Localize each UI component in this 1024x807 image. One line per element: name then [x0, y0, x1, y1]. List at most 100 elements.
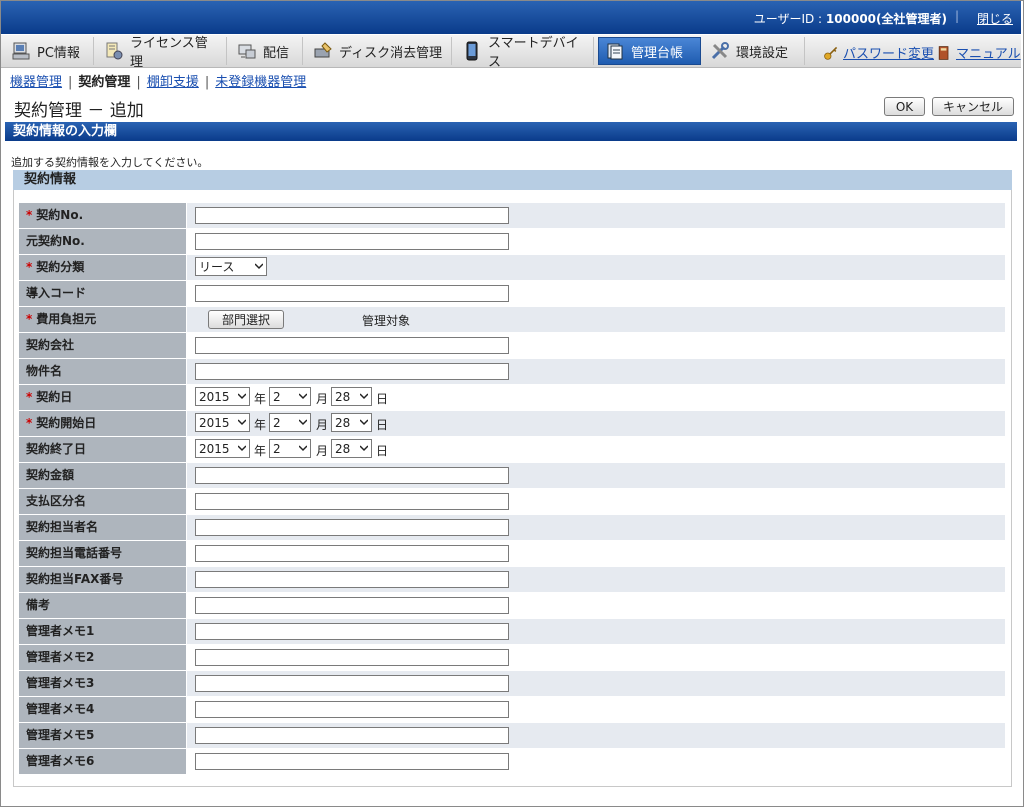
label-text: 契約No.: [36, 208, 84, 222]
label-text: 備考: [26, 598, 51, 612]
label-text: 契約担当電話番号: [26, 546, 123, 560]
label-text: 管理者メモ2: [26, 650, 95, 664]
contact-person-input[interactable]: [195, 519, 509, 536]
payment-category-input[interactable]: [195, 493, 509, 510]
original-contract-no-input[interactable]: [195, 233, 509, 250]
tab-pc-info[interactable]: PC情報: [5, 37, 94, 65]
required-mark: *: [26, 208, 33, 222]
contract-company-input[interactable]: [195, 337, 509, 354]
contract-amount-input[interactable]: [195, 467, 509, 484]
top-bar: ユーザーID : 100000(全社管理者) | 閉じる: [1, 1, 1021, 34]
year-select[interactable]: 2015: [195, 439, 250, 458]
label-text: 元契約No.: [26, 234, 85, 248]
day-select[interactable]: 28: [331, 439, 372, 458]
day-select[interactable]: 28: [331, 387, 372, 406]
label-text: 契約担当FAX番号: [26, 572, 124, 586]
contact-phone-input[interactable]: [195, 545, 509, 562]
memo2-input[interactable]: [195, 649, 509, 666]
subnav-device-management[interactable]: 機器管理: [10, 75, 62, 90]
form-row-original-contract-no: 元契約No.: [19, 229, 1005, 255]
introduction-code-input[interactable]: [195, 285, 509, 302]
smart-device-icon: [462, 41, 482, 61]
month-unit: 月: [316, 418, 329, 432]
field-value: [187, 229, 1005, 254]
tab-smart-device[interactable]: スマートデバイス: [456, 36, 594, 70]
divider: |: [68, 75, 73, 90]
day-select[interactable]: 28: [331, 413, 372, 432]
contract-no-input[interactable]: [195, 207, 509, 224]
field-label: 元契約No.: [19, 229, 186, 254]
month-select[interactable]: 2: [269, 439, 311, 458]
contract-type-select[interactable]: リース: [195, 257, 267, 276]
remarks-input[interactable]: [195, 597, 509, 614]
ok-button[interactable]: OK: [884, 97, 925, 116]
label-text: 契約担当者名: [26, 520, 99, 534]
field-value: [187, 541, 1005, 566]
field-value: [187, 359, 1005, 384]
field-label: 契約担当者名: [19, 515, 186, 540]
label-text: 費用負担元: [36, 312, 97, 326]
form-row-contact-person: 契約担当者名: [19, 515, 1005, 541]
key-icon: [823, 45, 839, 61]
tab-ledger[interactable]: 管理台帳: [598, 37, 701, 65]
tab-disk-erase[interactable]: ディスク消去管理: [307, 37, 452, 65]
month-unit: 月: [316, 392, 329, 406]
memo6-input[interactable]: [195, 753, 509, 770]
cancel-button[interactable]: キャンセル: [932, 97, 1014, 116]
memo4-input[interactable]: [195, 701, 509, 718]
password-change-link[interactable]: パスワード変更: [823, 43, 934, 62]
department-select-button[interactable]: 部門選択: [208, 310, 284, 329]
field-value: リース: [187, 255, 1005, 280]
field-value: [187, 489, 1005, 514]
month-select[interactable]: 2: [269, 387, 311, 406]
tab-license[interactable]: ライセンス管理: [98, 36, 227, 70]
chevron-down-icon: [238, 445, 246, 452]
label-text: 契約金額: [26, 468, 75, 482]
manual-link[interactable]: マニュアル: [936, 43, 1021, 62]
field-value: [187, 281, 1005, 306]
field-value: [187, 723, 1005, 748]
required-mark: *: [26, 390, 33, 404]
manual-book-icon: [936, 45, 952, 61]
subnav-unregistered-devices[interactable]: 未登録機器管理: [215, 75, 306, 90]
field-value: [187, 619, 1005, 644]
chevron-down-icon: [360, 419, 368, 426]
field-label: 契約担当電話番号: [19, 541, 186, 566]
field-label: 管理者メモ4: [19, 697, 186, 722]
memo3-input[interactable]: [195, 675, 509, 692]
user-id-label: ユーザーID :: [753, 12, 826, 26]
label-text: 管理者メモ6: [26, 754, 95, 768]
main-nav: PC情報 ライセンス管理 配信 ディスク消去管理 スマートデバイス 管理台帳 環…: [1, 35, 1021, 70]
year-select[interactable]: 2015: [195, 413, 250, 432]
tab-settings[interactable]: 環境設定: [704, 37, 805, 65]
tab-label: スマートデバイス: [488, 36, 579, 70]
property-name-input[interactable]: [195, 363, 509, 380]
form-row-memo4: 管理者メモ4: [19, 697, 1005, 723]
form-row-contact-fax: 契約担当FAX番号: [19, 567, 1005, 593]
memo5-input[interactable]: [195, 727, 509, 744]
year-select[interactable]: 2015: [195, 387, 250, 406]
form-row-contact-phone: 契約担当電話番号: [19, 541, 1005, 567]
memo1-input[interactable]: [195, 623, 509, 640]
month-select[interactable]: 2: [269, 413, 311, 432]
label-text: 契約会社: [26, 338, 75, 352]
close-link[interactable]: 閉じる: [977, 10, 1013, 27]
tab-distribution[interactable]: 配信: [231, 37, 303, 65]
form-row-memo5: 管理者メモ5: [19, 723, 1005, 749]
field-label: 支払区分名: [19, 489, 186, 514]
field-value: [187, 749, 1005, 774]
subsection-header: 契約情報: [13, 170, 1012, 190]
label-text: 導入コード: [26, 286, 87, 300]
manual-label: マニュアル: [956, 47, 1021, 62]
field-label: 管理者メモ6: [19, 749, 186, 774]
subnav-inventory-support[interactable]: 棚卸支援: [147, 75, 199, 90]
select-value: 2015: [199, 389, 230, 404]
field-value: [187, 333, 1005, 358]
subnav-contract-management: 契約管理: [78, 75, 131, 90]
contact-fax-input[interactable]: [195, 571, 509, 588]
tab-label: 環境設定: [736, 45, 789, 61]
form-row-contract-no: * 契約No.: [19, 203, 1005, 229]
form-row-contract-end-date: 契約終了日 2015 年 2 月 28 日: [19, 437, 1005, 463]
ledger-icon: [605, 41, 625, 61]
chevron-down-icon: [360, 445, 368, 452]
